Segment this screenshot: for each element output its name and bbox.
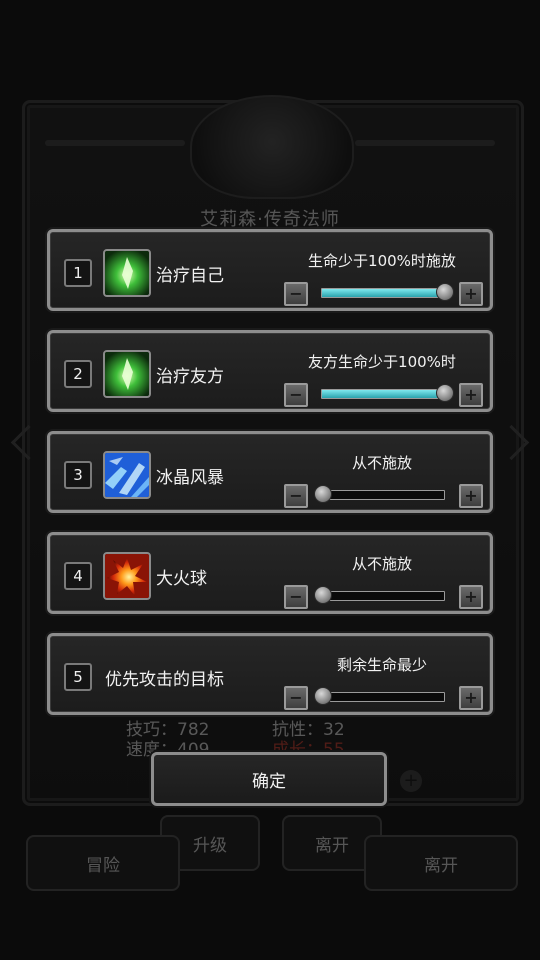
decrease-button[interactable]: − <box>284 484 308 508</box>
skill-name: 治疗友方 <box>156 367 224 387</box>
skill-row-2: 2 治疗友方 友方生命少于100%时 − + <box>47 330 493 412</box>
hero-title: 艾莉森·传奇法师 <box>200 209 340 230</box>
cast-condition: 剩余生命最少 <box>336 656 427 674</box>
confirm-button[interactable]: 确定 <box>151 752 387 806</box>
slider-knob[interactable] <box>314 687 332 705</box>
skill-index: 5 <box>64 663 92 691</box>
skill-name: 大火球 <box>156 569 207 589</box>
cast-condition: 从不施放 <box>351 454 412 472</box>
slider-knob[interactable] <box>436 283 454 301</box>
cast-condition: 从不施放 <box>351 555 412 573</box>
fireball-icon <box>103 552 151 600</box>
skull-crest-ornament <box>190 95 354 199</box>
adventure-button: 冒险 <box>26 835 180 891</box>
skill-index: 3 <box>64 461 92 489</box>
skill-row-5: 5 优先攻击的目标 剩余生命最少 − + <box>47 633 493 715</box>
skill-index: 2 <box>64 360 92 388</box>
decrease-button[interactable]: − <box>284 383 308 407</box>
target-priority-slider[interactable] <box>314 687 445 705</box>
decrease-button[interactable]: − <box>284 282 308 306</box>
cast-threshold-slider[interactable] <box>314 485 445 503</box>
skill-name: 治疗自己 <box>156 266 224 286</box>
skill-name: 冰晶风暴 <box>156 468 224 488</box>
green-crystal-icon <box>103 350 151 398</box>
skill-row-1: 1 治疗自己 生命少于100%时施放 − + <box>47 229 493 311</box>
increase-button[interactable]: + <box>459 484 483 508</box>
cast-threshold-slider[interactable] <box>321 283 454 301</box>
skill-index: 4 <box>64 562 92 590</box>
skill-row-4: 4 大火球 从不施放 − + <box>47 532 493 614</box>
increase-button[interactable]: + <box>459 585 483 609</box>
leave-outer-button: 离开 <box>364 835 518 891</box>
slider-fill <box>322 390 444 398</box>
slider-knob[interactable] <box>436 384 454 402</box>
slider-fill <box>322 289 444 297</box>
slider-knob[interactable] <box>314 586 332 604</box>
cast-condition: 生命少于100%时施放 <box>308 252 456 270</box>
cast-threshold-slider[interactable] <box>321 384 454 402</box>
chain-ornament-left <box>45 140 185 146</box>
increase-button[interactable]: + <box>459 686 483 710</box>
skill-index: 1 <box>64 259 92 287</box>
cast-threshold-slider[interactable] <box>314 586 445 604</box>
decrease-button[interactable]: − <box>284 686 308 710</box>
decrease-button[interactable]: − <box>284 585 308 609</box>
plus-icon: + <box>400 770 422 792</box>
green-crystal-icon <box>103 249 151 297</box>
increase-button[interactable]: + <box>459 383 483 407</box>
skill-row-3: 3 冰晶风暴 从不施放 − + <box>47 431 493 513</box>
increase-button[interactable]: + <box>459 282 483 306</box>
chain-ornament-right <box>355 140 495 146</box>
slider-knob[interactable] <box>314 485 332 503</box>
cast-condition: 友方生命少于100%时 <box>308 353 456 371</box>
ice-storm-icon <box>103 451 151 499</box>
skill-name: 优先攻击的目标 <box>105 670 224 690</box>
